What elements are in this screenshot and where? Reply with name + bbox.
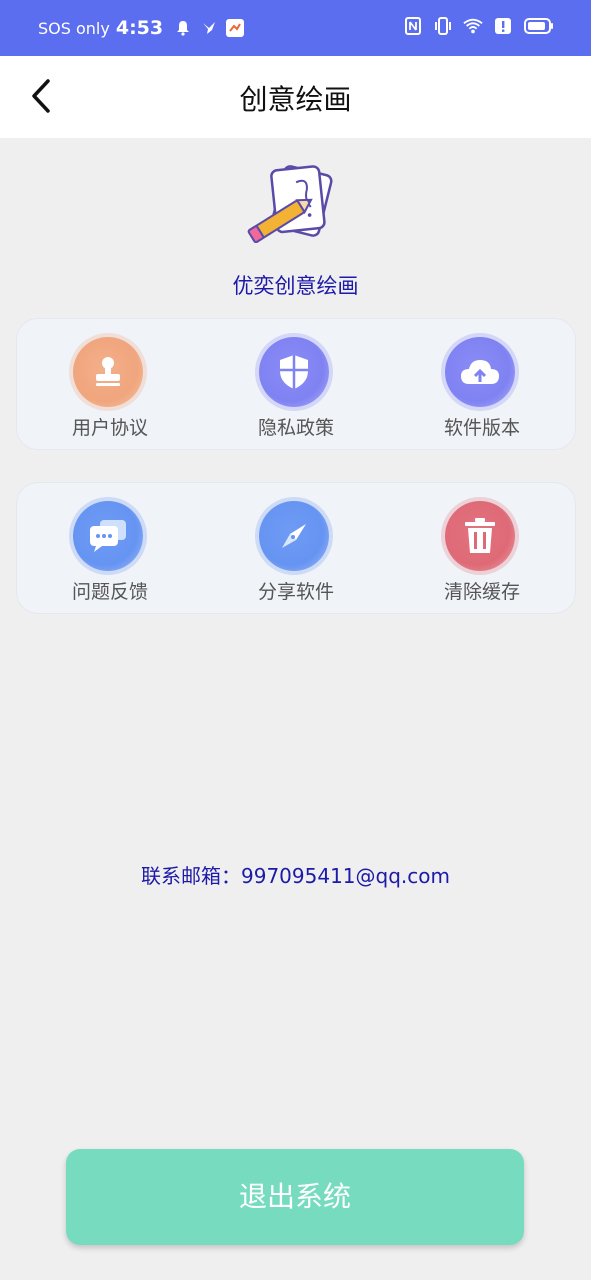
software-version-label: 软件版本 [443,417,520,439]
share-software-label: 分享软件 [257,581,334,603]
wifi-icon [463,16,483,36]
clear-cache-item[interactable]: 清除缓存 [389,483,575,613]
app-notify-icon [225,18,245,38]
chat-bubble-icon [73,501,143,571]
clock: 4:53 [115,17,164,39]
battery-icon [523,16,555,36]
menu-card-secondary: 问题反馈 分享软件 清除缓存 [16,482,576,614]
stamp-icon [73,337,143,407]
compass-icon [259,501,329,571]
nfc-icon [403,16,423,36]
pencil-paper-icon [240,160,340,246]
shield-icon [259,337,329,407]
carrier-text: SOS only [38,18,110,38]
privacy-policy-label: 隐私政策 [257,417,334,439]
user-agreement-label: 用户协议 [71,417,148,439]
feedback-item[interactable]: 问题反馈 [17,483,203,613]
trash-icon [445,501,515,571]
header-bar: 创意绘画 [0,56,591,138]
share-software-item[interactable]: 分享软件 [203,483,389,613]
clear-cache-label: 清除缓存 [443,581,520,603]
alert-icon [493,16,513,36]
status-bar: SOS only 4:53 [0,0,591,56]
page-title: 创意绘画 [239,83,352,116]
vibrate-icon [433,16,453,36]
menu-card-primary: 用户协议 隐私政策 软件版本 [16,318,576,450]
app-name: 优奕创意绘画 [232,274,359,298]
contact-email: 联系邮箱：997095411@qq.com [141,864,450,888]
status-left: SOS only 4:53 [38,17,245,39]
bird-icon [199,18,219,38]
exit-button[interactable]: 退出系统 [66,1149,524,1245]
bell-icon [173,18,193,38]
status-right [403,16,555,36]
privacy-policy-item[interactable]: 隐私政策 [203,319,389,449]
feedback-label: 问题反馈 [71,581,148,603]
user-agreement-item[interactable]: 用户协议 [17,319,203,449]
software-version-item[interactable]: 软件版本 [389,319,575,449]
cloud-upload-icon [445,337,515,407]
